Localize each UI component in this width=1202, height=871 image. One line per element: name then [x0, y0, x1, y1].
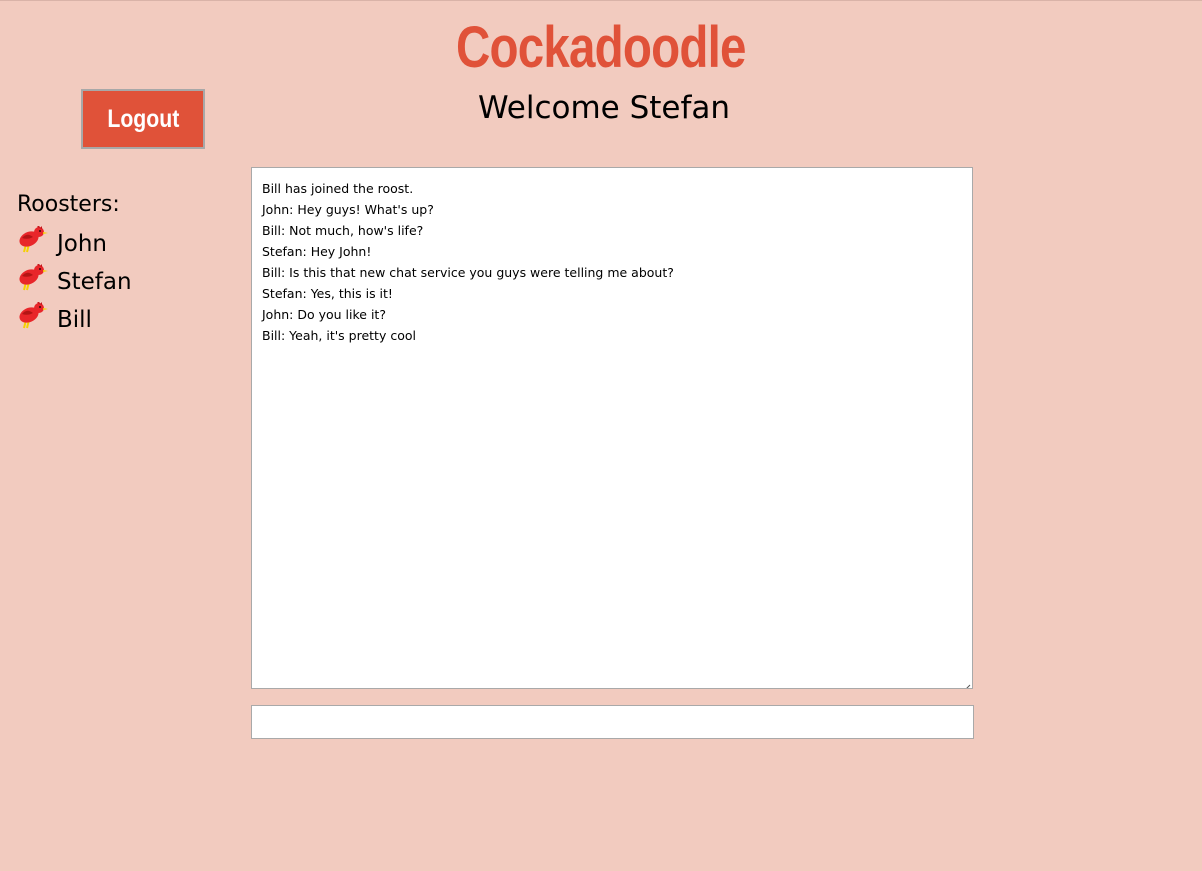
rooster-name: Bill	[57, 307, 92, 333]
rooster-icon	[17, 263, 49, 294]
message-input[interactable]	[251, 705, 974, 739]
rooster-name: Stefan	[57, 269, 132, 295]
chat-message: Bill has joined the roost.	[262, 181, 414, 196]
chat-message: Bill: Yeah, it's pretty cool	[262, 328, 416, 343]
rooster-item-stefan: Stefan	[17, 263, 237, 301]
app-title: Cockadoodle	[456, 15, 746, 80]
chat-message: Stefan: Hey John!	[262, 244, 372, 259]
welcome-message: Welcome Stefan	[477, 90, 731, 126]
chat-message: John: Hey guys! What's up?	[262, 202, 434, 217]
chat-message: John: Do you like it?	[262, 307, 386, 322]
resize-grip-icon[interactable]	[962, 678, 971, 688]
rooster-item-john: John	[17, 225, 237, 263]
chat-log[interactable]: Bill has joined the roost. John: Hey guy…	[251, 167, 973, 689]
roosters-list: Roosters: John Stefan Bill	[17, 189, 237, 339]
chat-message: Bill: Is this that new chat service you …	[262, 265, 674, 280]
logout-button-label: Logout	[107, 104, 179, 133]
rooster-name: John	[57, 231, 108, 257]
logout-button[interactable]: Logout	[81, 89, 205, 149]
chat-message: Bill: Not much, how's life?	[262, 223, 424, 238]
chat-message: Stefan: Yes, this is it!	[262, 286, 393, 301]
rooster-icon	[17, 301, 49, 332]
rooster-item-bill: Bill	[17, 301, 237, 339]
rooster-icon	[17, 225, 49, 256]
roosters-heading: Roosters:	[17, 192, 120, 217]
